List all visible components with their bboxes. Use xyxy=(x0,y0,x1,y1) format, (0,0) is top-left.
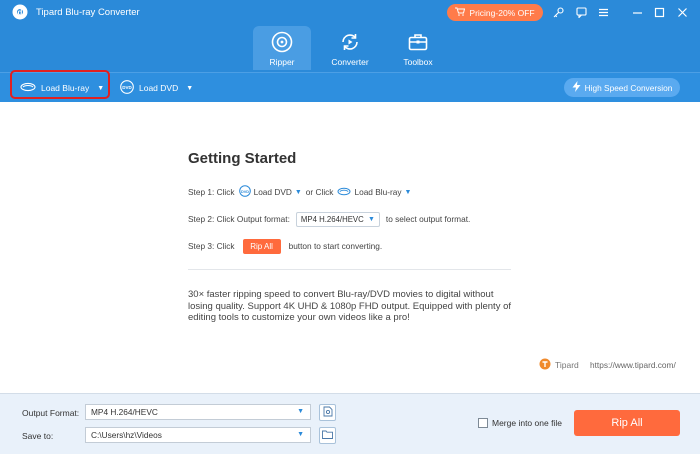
chevron-down-icon: ▼ xyxy=(404,188,412,196)
tab-toolbox[interactable]: Toolbox xyxy=(389,26,447,70)
folder-icon xyxy=(322,430,333,441)
step-rip-all-button[interactable]: Rip All xyxy=(242,238,281,254)
chevron-down-icon: ▼ xyxy=(367,215,375,223)
step-load-bluray-label: Load Blu-ray xyxy=(354,187,402,197)
output-format-value: MP4 H.264/HEVC xyxy=(91,407,158,417)
app-title: Tipard Blu-ray Converter xyxy=(36,7,140,18)
svg-text:DVD: DVD xyxy=(241,190,249,194)
convert-icon xyxy=(338,30,362,54)
load-bluray-highlight xyxy=(10,70,110,99)
tab-ripper[interactable]: Ripper xyxy=(253,26,311,70)
feature-description: 30× faster ripping speed to convert Blu-… xyxy=(188,289,512,323)
merge-option[interactable]: Merge into one file xyxy=(478,418,562,428)
bottom-bar: Output Format: MP4 H.264/HEVC ▼ Save to:… xyxy=(0,393,700,454)
svg-text:d: d xyxy=(18,8,23,17)
maximize-icon[interactable] xyxy=(651,4,667,20)
brand-name: Tipard xyxy=(555,360,579,370)
rip-all-button[interactable]: Rip All xyxy=(574,410,680,436)
pricing-button[interactable]: Pricing-20% OFF xyxy=(447,4,543,21)
step-3: Step 3: Click Rip All button to start co… xyxy=(188,238,382,254)
output-format-label: Output Format: xyxy=(22,408,80,418)
svg-text:DVD: DVD xyxy=(122,85,132,90)
step-2: Step 2: Click Output format: MP4 H.264/H… xyxy=(188,211,470,227)
pricing-label: Pricing-20% OFF xyxy=(469,7,535,18)
tab-converter-label: Converter xyxy=(331,57,369,67)
key-icon[interactable] xyxy=(550,4,566,20)
step-output-format-select[interactable]: MP4 H.264/HEVC ▼ xyxy=(295,211,380,227)
divider xyxy=(188,269,511,270)
step-2-prefix: Step 2: Click Output format: xyxy=(188,214,290,224)
minimize-icon[interactable] xyxy=(629,4,645,20)
merge-checkbox[interactable] xyxy=(478,418,488,428)
step-output-format-value: MP4 H.264/HEVC xyxy=(300,214,364,224)
cart-icon xyxy=(455,7,466,18)
tab-toolbox-label: Toolbox xyxy=(403,57,433,67)
dvd-icon: DVD xyxy=(120,80,134,96)
high-speed-label: High Speed Conversion xyxy=(584,82,673,93)
bluray-icon xyxy=(337,187,351,198)
high-speed-conversion-button[interactable]: High Speed Conversion xyxy=(564,78,680,97)
main-content: Getting Started Step 1: Click DVD Load D… xyxy=(0,102,700,392)
step-load-bluray-button[interactable]: Load Blu-ray ▼ xyxy=(337,187,411,198)
save-to-value: C:\Users\hz\Videos xyxy=(91,430,162,440)
title-bar: d Tipard Blu-ray Converter Pricing-20% O… xyxy=(0,0,700,72)
step-load-dvd-button[interactable]: DVD Load DVD ▼ xyxy=(238,185,302,199)
load-dvd-label: Load DVD xyxy=(139,83,179,93)
output-format-select[interactable]: MP4 H.264/HEVC ▼ xyxy=(85,404,311,420)
settings-icon xyxy=(323,406,333,419)
open-folder-button[interactable] xyxy=(319,427,336,444)
tab-converter[interactable]: Converter xyxy=(321,26,379,70)
load-dvd-button[interactable]: DVD Load DVD ▼ xyxy=(120,78,193,98)
toolbox-icon xyxy=(406,30,430,54)
disc-icon xyxy=(270,30,294,54)
app-logo-icon: d xyxy=(12,4,28,20)
step-1-prefix: Step 1: Click xyxy=(188,187,235,197)
brand: Tipard xyxy=(539,358,579,372)
chevron-down-icon: ▼ xyxy=(297,431,304,438)
step-3-prefix: Step 3: Click xyxy=(188,241,235,251)
step-2-suffix: to select output format. xyxy=(385,214,471,224)
chevron-down-icon: ▼ xyxy=(294,188,302,196)
step-1-or: or Click xyxy=(305,187,334,197)
merge-label: Merge into one file xyxy=(492,418,562,428)
chevron-down-icon: ▼ xyxy=(297,408,304,415)
feedback-icon[interactable] xyxy=(573,4,589,20)
step-1: Step 1: Click DVD Load DVD ▼ or Click Lo… xyxy=(188,184,415,200)
step-3-suffix: button to start converting. xyxy=(288,241,383,251)
menu-icon[interactable] xyxy=(595,4,611,20)
dvd-icon: DVD xyxy=(238,185,251,199)
save-to-field[interactable]: C:\Users\hz\Videos ▼ xyxy=(85,427,311,443)
lightning-icon xyxy=(572,81,581,94)
output-settings-button[interactable] xyxy=(319,404,336,421)
chevron-down-icon: ▼ xyxy=(186,84,194,92)
tipard-logo-icon xyxy=(539,358,551,372)
website-link[interactable]: https://www.tipard.com/ xyxy=(590,360,676,370)
save-to-label: Save to: xyxy=(22,431,54,441)
page-title: Getting Started xyxy=(188,150,297,167)
step-load-dvd-label: Load DVD xyxy=(253,187,292,197)
tab-ripper-label: Ripper xyxy=(269,57,295,67)
close-icon[interactable] xyxy=(674,4,690,20)
